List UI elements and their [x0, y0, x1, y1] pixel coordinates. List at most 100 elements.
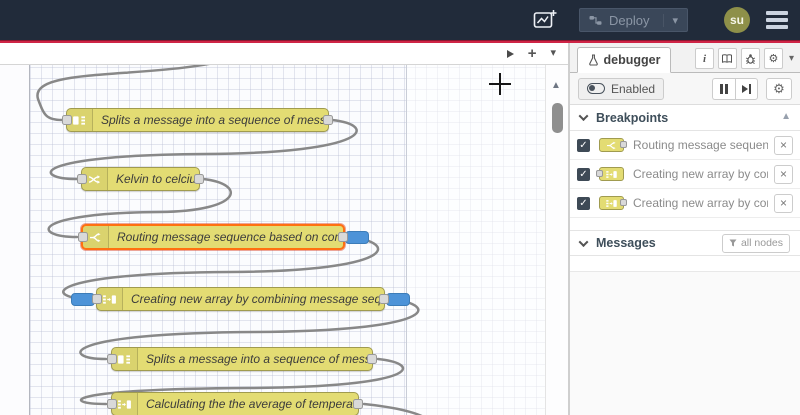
- breakpoint-checkbox[interactable]: ✓: [577, 167, 590, 181]
- breakpoint-row: ✓ Routing message sequence based on condi…: [570, 131, 800, 160]
- flow-list-button[interactable]: ▾: [550, 48, 556, 59]
- deploy-button[interactable]: Deploy ▾: [579, 8, 688, 32]
- input-port[interactable]: [77, 174, 87, 184]
- breakpoint-label: Routing message sequence based on condit…: [633, 138, 768, 152]
- scroll-tabs-right-button[interactable]: [506, 49, 514, 58]
- debugger-toolbar: Enabled ⚙: [570, 73, 800, 105]
- sidebar-tab-buttons: i ⚙ ▾: [694, 48, 796, 69]
- debugger-tab-button[interactable]: [740, 48, 760, 69]
- main-menu-button[interactable]: [764, 9, 790, 31]
- filter-funnel-icon: [729, 239, 737, 247]
- output-port[interactable]: [367, 354, 377, 364]
- output-port[interactable]: [338, 232, 348, 242]
- input-port[interactable]: [62, 115, 72, 125]
- mini-port: [596, 169, 603, 177]
- paused-message-badge: [345, 230, 369, 244]
- scroll-up-arrow-icon[interactable]: ▲: [551, 80, 561, 91]
- breakpoints-title: Breakpoints: [596, 110, 669, 125]
- sidebar-footer-area: [570, 272, 800, 415]
- mini-port: [620, 198, 627, 206]
- tab-debugger-label: debugger: [603, 53, 661, 67]
- step-button[interactable]: [735, 77, 758, 100]
- messages-section-header[interactable]: Messages all nodes: [570, 230, 800, 256]
- input-port[interactable]: [78, 232, 88, 242]
- messages-filter-label: all nodes: [740, 237, 783, 249]
- chevron-down-icon: [578, 111, 589, 122]
- node-label: Splits a message into a sequence of mess…: [101, 113, 328, 127]
- hamburger-bar: [766, 25, 788, 29]
- breakpoint-label: Creating new array by combining message …: [633, 196, 768, 210]
- flow-node-join-2[interactable]: Calculating the the average of temperatu…: [107, 392, 363, 415]
- output-port[interactable]: [353, 399, 363, 409]
- workspace-pane: + ▾ Splits a message into a sequence of …: [0, 43, 568, 415]
- breakpoints-section-header[interactable]: Breakpoints: [570, 105, 800, 131]
- hamburger-bar: [766, 18, 788, 22]
- join-mini-node-icon: [599, 196, 627, 210]
- node-label: Kelvin to celcius: [116, 172, 199, 186]
- node-label: Creating new array by combining message …: [131, 292, 384, 306]
- breakpoint-checkbox[interactable]: ✓: [577, 196, 590, 210]
- input-port[interactable]: [107, 399, 117, 409]
- mini-port: [620, 140, 627, 148]
- flow-node-split-2[interactable]: Splits a message into a sequence of mess…: [107, 347, 377, 371]
- panel-scroll-up-icon[interactable]: ▲: [781, 111, 791, 122]
- breakpoints-list: ✓ Routing message sequence based on condi…: [570, 131, 800, 218]
- output-port[interactable]: [379, 294, 389, 304]
- breakpoint-label: Creating new array by combining message …: [633, 167, 768, 181]
- debugger-step-controls: [712, 77, 758, 100]
- deploy-label: Deploy: [609, 12, 650, 28]
- step-icon: [742, 83, 751, 94]
- book-icon: [722, 54, 733, 64]
- enabled-label: Enabled: [611, 81, 656, 96]
- breakpoint-row: ✓ Creating new array by combining message…: [570, 160, 800, 189]
- input-port[interactable]: [92, 294, 102, 304]
- breakpoint-checkbox[interactable]: ✓: [577, 138, 590, 152]
- header: Deploy ▾ su: [0, 0, 800, 40]
- breakpoint-row: ✓ Creating new array by combining message…: [570, 189, 800, 218]
- debugger-settings-button[interactable]: ⚙: [766, 77, 792, 100]
- debugger-panel: ▲ Breakpoints ✓ Routing message sequence …: [570, 105, 800, 415]
- switch-mini-node-icon: [599, 138, 627, 152]
- info-tab-button[interactable]: i: [694, 48, 714, 69]
- sidebar: debugger i ⚙ ▾ Enabled ⚙ ▲ Breakpoints ✓…: [568, 43, 800, 415]
- debugger-enabled-toggle[interactable]: Enabled: [578, 77, 665, 100]
- input-port[interactable]: [107, 354, 117, 364]
- pause-button[interactable]: [712, 77, 735, 100]
- remove-breakpoint-button[interactable]: ×: [774, 193, 793, 213]
- sidebar-tabs-caret-icon[interactable]: ▾: [787, 53, 796, 64]
- play-triangle-icon: [506, 49, 514, 58]
- flow-node-split-1[interactable]: Splits a message into a sequence of mess…: [62, 108, 333, 132]
- flow-node-change-1[interactable]: Kelvin to celcius: [77, 167, 204, 191]
- deploy-node-icon: [589, 15, 602, 25]
- add-flow-button[interactable]: +: [528, 46, 537, 61]
- remove-breakpoint-button[interactable]: ×: [774, 135, 793, 155]
- output-port[interactable]: [323, 115, 333, 125]
- flow-node-join-1[interactable]: Creating new array by combining message …: [71, 287, 410, 311]
- toggle-icon: [587, 83, 605, 94]
- flow-node-switch-1[interactable]: Routing message sequence based on condit…: [78, 224, 369, 250]
- join-mini-node-icon: [596, 167, 624, 181]
- chevron-down-icon: [578, 236, 589, 247]
- flow-chart-sparkle-icon[interactable]: [531, 8, 559, 32]
- tab-debugger[interactable]: debugger: [577, 47, 671, 73]
- user-avatar[interactable]: su: [724, 7, 750, 33]
- deploy-caret-icon[interactable]: ▾: [663, 13, 678, 27]
- pause-icon: [720, 83, 728, 94]
- main-area: + ▾ Splits a message into a sequence of …: [0, 43, 800, 415]
- flask-icon: [588, 54, 598, 66]
- flow-canvas[interactable]: Splits a message into a sequence of mess…: [0, 65, 568, 415]
- bug-icon: [745, 53, 756, 64]
- canvas-scrollbar-thumb[interactable]: [552, 103, 563, 133]
- help-tab-button[interactable]: [717, 48, 737, 69]
- node-label: Splits a message into a sequence of mess…: [146, 352, 372, 366]
- remove-breakpoint-button[interactable]: ×: [774, 164, 793, 184]
- canvas-scrollbar: ▲: [545, 65, 568, 415]
- config-nodes-tab-button[interactable]: ⚙: [763, 48, 783, 69]
- node-red-app: Deploy ▾ su + ▾ Splits a message into a …: [0, 0, 800, 415]
- hamburger-bar: [766, 11, 788, 15]
- flow-wire[interactable]: [362, 402, 440, 415]
- output-port[interactable]: [194, 174, 204, 184]
- messages-filter-button[interactable]: all nodes: [721, 233, 790, 253]
- flow-chart-sparkle-glyph: [533, 10, 557, 28]
- paused-message-badge: [386, 292, 410, 306]
